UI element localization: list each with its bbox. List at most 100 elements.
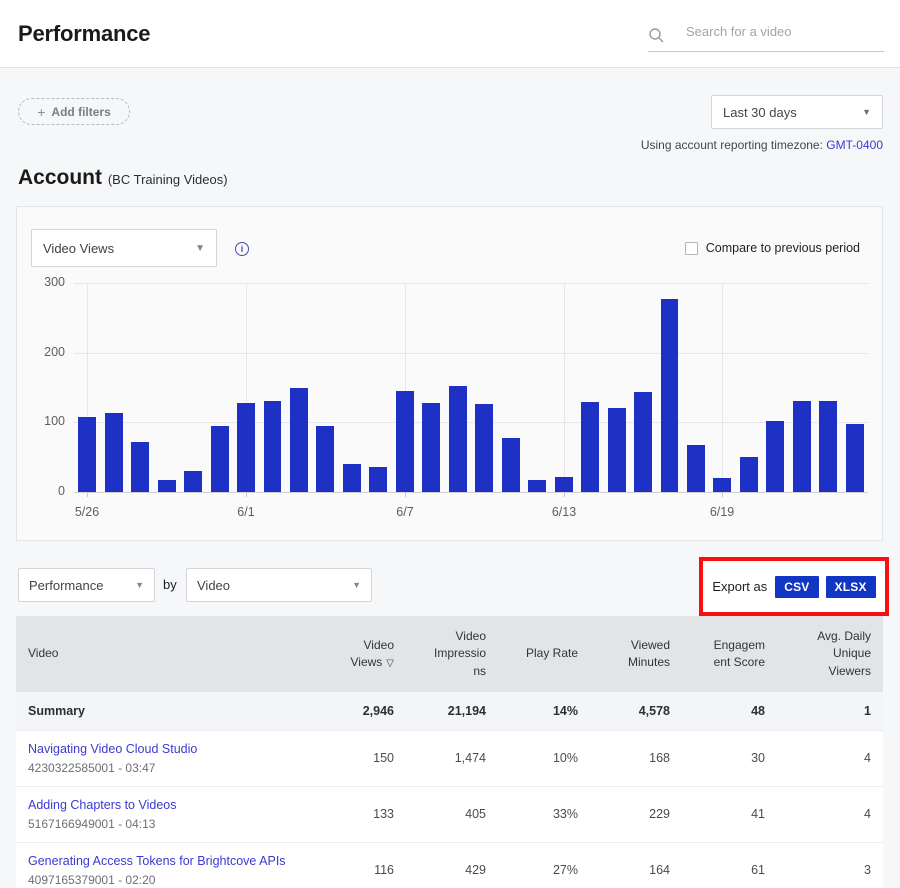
account-subtitle: (BC Training Videos): [108, 172, 228, 187]
chart-bar[interactable]: [105, 413, 123, 492]
video-title-link[interactable]: Generating Access Tokens for Brightcove …: [28, 854, 304, 868]
column-label: Play Rate: [510, 645, 578, 662]
table-row: Navigating Video Cloud Studio42303225850…: [16, 730, 883, 786]
column-label-line: Avg. Daily: [789, 628, 871, 645]
chart-bar[interactable]: [661, 299, 679, 492]
video-views-bar-chart: 30020010005/266/16/76/136/19: [17, 207, 884, 542]
export-csv-button[interactable]: CSV: [775, 576, 818, 598]
chart-bar[interactable]: [237, 403, 255, 492]
grid-line: [74, 492, 868, 493]
chart-bar[interactable]: [634, 392, 652, 492]
table-body: Summary 2,946 21,194 14% 4,578 48 1 Navi…: [16, 692, 883, 888]
cell-viewed-minutes: 164: [590, 842, 682, 888]
x-axis-tick: [722, 492, 723, 497]
video-meta: 4097165379001 - 02:20: [28, 873, 304, 887]
video-title-link[interactable]: Adding Chapters to Videos: [28, 798, 304, 812]
chart-bar[interactable]: [581, 402, 599, 492]
chart-bar[interactable]: [158, 480, 176, 492]
chart-bar[interactable]: [608, 408, 626, 492]
y-axis-tick-label: 300: [33, 275, 65, 289]
video-cell: Generating Access Tokens for Brightcove …: [16, 842, 316, 888]
column-header-viewed-minutes[interactable]: Viewed Minutes: [590, 616, 682, 692]
cell-play-rate: 27%: [498, 842, 590, 888]
column-header-play-rate[interactable]: Play Rate: [498, 616, 590, 692]
summary-impressions: 21,194: [406, 692, 498, 730]
y-axis-tick-label: 200: [33, 345, 65, 359]
grid-line: [74, 353, 868, 354]
chart-bar[interactable]: [819, 401, 837, 492]
summary-label: Summary: [16, 692, 316, 730]
add-filters-button[interactable]: + Add filters: [18, 98, 130, 125]
cell-engagement: 61: [682, 842, 777, 888]
chevron-down-icon: ▼: [352, 580, 361, 590]
chart-bar[interactable]: [846, 424, 864, 492]
chart-bar[interactable]: [502, 438, 520, 492]
chart-bar[interactable]: [555, 477, 573, 492]
x-axis-tick-label: 5/26: [75, 505, 99, 519]
column-header-views[interactable]: Video Views▽: [316, 616, 406, 692]
video-title-link[interactable]: Navigating Video Cloud Studio: [28, 742, 304, 756]
column-header-impressions[interactable]: Video Impressio ns: [406, 616, 498, 692]
chart-bar[interactable]: [264, 401, 282, 492]
chart-card: Video Views ▼ i Compare to previous peri…: [16, 206, 883, 541]
export-controls: Export as CSV XLSX: [703, 561, 885, 612]
column-label-line: Video: [418, 628, 486, 645]
y-axis-tick-label: 100: [33, 414, 65, 428]
sort-descending-icon: ▽: [386, 658, 394, 669]
chart-bar[interactable]: [290, 388, 308, 493]
cell-unique-viewers: 4: [777, 730, 883, 786]
x-grid-line: [564, 283, 565, 492]
cell-views: 116: [316, 842, 406, 888]
report-type-select[interactable]: Performance ▼: [18, 568, 155, 602]
column-label: Video: [28, 645, 304, 662]
search-input[interactable]: [686, 24, 871, 45]
column-header-engagement[interactable]: Engagem ent Score: [682, 616, 777, 692]
column-label-line: Engagem: [694, 637, 765, 654]
chart-bar[interactable]: [316, 426, 334, 492]
summary-row: Summary 2,946 21,194 14% 4,578 48 1: [16, 692, 883, 730]
app-header: Performance: [0, 0, 900, 68]
table-header-row: Video Video Views▽ Video Impressio ns Pl…: [16, 616, 883, 692]
chart-bar[interactable]: [766, 421, 784, 492]
chart-bar[interactable]: [184, 471, 202, 492]
video-meta: 5167166949001 - 04:13: [28, 817, 304, 831]
chart-bar[interactable]: [369, 467, 387, 492]
summary-play-rate: 14%: [498, 692, 590, 730]
date-range-select[interactable]: Last 30 days ▼: [711, 95, 883, 129]
column-label-line: Video: [328, 637, 394, 654]
chart-bar[interactable]: [449, 386, 467, 492]
cell-unique-viewers: 3: [777, 842, 883, 888]
chart-bar[interactable]: [528, 480, 546, 492]
cell-play-rate: 33%: [498, 786, 590, 842]
chart-bar[interactable]: [396, 391, 414, 492]
chart-bar[interactable]: [740, 457, 758, 492]
chart-bar[interactable]: [343, 464, 361, 492]
column-header-video[interactable]: Video: [16, 616, 316, 692]
column-label-line: Viewers: [789, 663, 871, 680]
cell-views: 133: [316, 786, 406, 842]
chart-bar[interactable]: [78, 417, 96, 492]
column-label-line2: Views▽: [328, 654, 394, 672]
x-axis-tick: [87, 492, 88, 497]
grid-line: [74, 422, 868, 423]
dimension-select[interactable]: Video ▼: [186, 568, 372, 602]
page-title: Performance: [18, 21, 150, 47]
chart-bar[interactable]: [475, 404, 493, 492]
chart-bar[interactable]: [713, 478, 731, 492]
chart-bar[interactable]: [211, 426, 229, 492]
summary-unique-viewers: 1: [777, 692, 883, 730]
chart-bar[interactable]: [793, 401, 811, 492]
chart-bar[interactable]: [422, 403, 440, 492]
table-row: Adding Chapters to Videos 5167166949001 -…: [16, 786, 883, 842]
chevron-down-icon: ▼: [135, 580, 144, 590]
timezone-link[interactable]: GMT-0400: [826, 138, 883, 152]
export-xlsx-button[interactable]: XLSX: [826, 576, 876, 598]
cell-viewed-minutes: 229: [590, 786, 682, 842]
cell-impressions: 429: [406, 842, 498, 888]
chart-bar[interactable]: [131, 442, 149, 492]
chart-bar[interactable]: [687, 445, 705, 492]
column-header-unique-viewers[interactable]: Avg. Daily Unique Viewers: [777, 616, 883, 692]
video-search[interactable]: [648, 18, 884, 52]
column-label-line: ns: [418, 663, 486, 680]
timezone-prefix: Using account reporting timezone:: [641, 138, 823, 152]
